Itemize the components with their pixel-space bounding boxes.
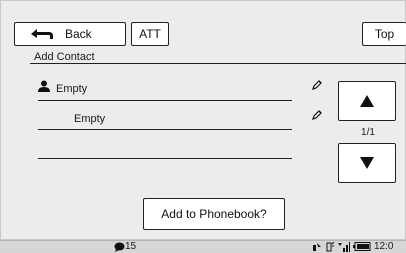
battery-icon [353,242,371,251]
back-button[interactable]: Back [14,22,126,46]
status-bar: 15 12:0 [0,240,406,253]
status-icons: 12:0 [312,241,393,252]
back-label: Back [65,27,92,41]
edit-pen-icon[interactable] [311,79,323,91]
add-to-phonebook-label: Add to Phonebook? [161,207,267,221]
signal-strength-icon [338,241,350,252]
triangle-down-icon [360,157,374,169]
row-name-text: Empty [56,83,88,95]
att-label: ATT [139,27,161,41]
scroll-down-button[interactable] [338,143,396,183]
bluetooth-device-icon [326,241,335,251]
add-to-phonebook-button[interactable]: Add to Phonebook? [143,198,285,230]
edit-pen-icon[interactable] [311,109,323,121]
row-divider [38,158,292,159]
row-number-text: Empty [74,113,106,125]
scroll-up-button[interactable] [338,81,396,121]
top-button[interactable]: Top [362,22,406,46]
row-divider [38,129,292,130]
phone-transfer-icon [313,242,321,251]
speech-bubble-icon [114,242,125,252]
section-title: Add Contact [34,51,95,63]
top-label: Top [374,27,395,41]
triangle-up-icon [360,95,374,107]
back-arrow-icon [31,29,53,39]
person-icon [38,80,50,92]
message-count: 15 [125,241,137,252]
section-divider [30,63,406,64]
clock-text: 12:0 [374,241,394,252]
message-indicator: 15 [114,241,136,252]
page-indicator: 1/1 [361,127,375,138]
att-button[interactable]: ATT [131,22,169,46]
row-divider [38,100,292,101]
